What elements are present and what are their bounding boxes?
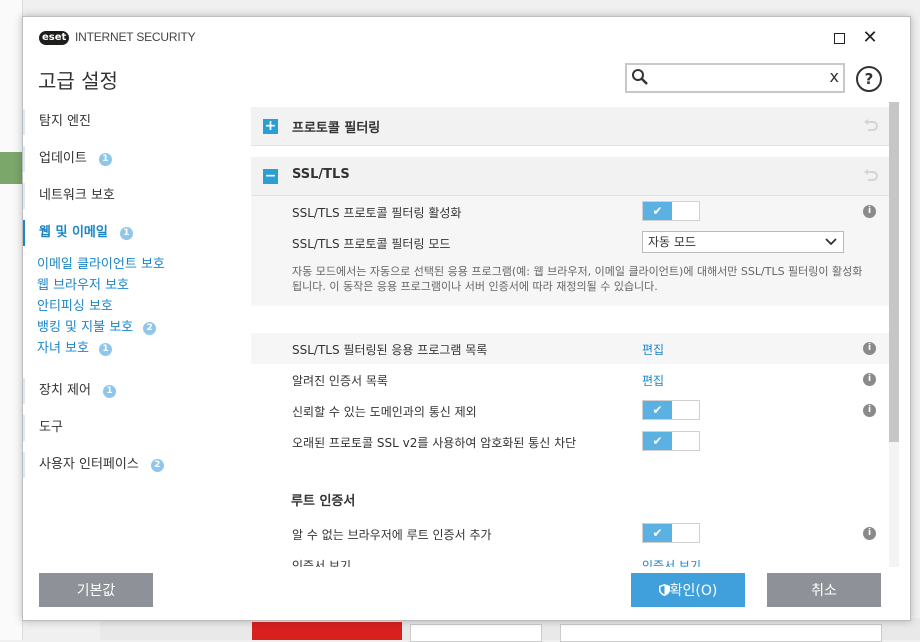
view-cert-link[interactable]: 인증서 보기: [642, 557, 701, 567]
edit-app-list-link[interactable]: 편집: [642, 341, 664, 358]
setting-row-trusted-domain: 신뢰할 수 있는 도메인과의 통신 제외 ✔ i: [251, 395, 891, 426]
cancel-button[interactable]: 취소: [767, 573, 881, 607]
info-icon[interactable]: i: [863, 527, 876, 540]
collapse-icon[interactable]: −: [263, 169, 278, 184]
notification-badge: 1: [98, 153, 112, 166]
section-ssl-tls[interactable]: − SSL/TLS: [251, 157, 891, 196]
setting-row-view-cert: 인증서 보기 인증서 보기: [251, 549, 891, 567]
background-box: [560, 624, 882, 642]
notification-badge: 1: [98, 343, 112, 356]
scrollbar[interactable]: [889, 102, 899, 567]
check-icon: ✔: [643, 432, 672, 450]
check-icon: ✔: [643, 524, 672, 542]
chevron-down-icon: [825, 238, 837, 246]
info-icon[interactable]: i: [863, 342, 876, 355]
sidebar-subitem-parental-control[interactable]: 자녀 보호 1: [37, 339, 112, 359]
title-bar: eset INTERNET SECURITY ✕: [23, 17, 910, 57]
trusted-domain-toggle[interactable]: ✔: [642, 400, 700, 420]
maximize-button[interactable]: [828, 27, 850, 49]
default-button[interactable]: 기본값: [39, 573, 153, 607]
search-input[interactable]: [655, 68, 819, 90]
shield-icon: [658, 584, 670, 596]
background-red-block: [252, 622, 402, 640]
background-green-block: [0, 152, 22, 184]
advanced-setup-window: eset INTERNET SECURITY ✕ 고급 설정 x ? 탐지 엔진…: [22, 16, 911, 621]
info-icon[interactable]: i: [863, 205, 876, 218]
clear-search-icon[interactable]: x: [830, 67, 839, 86]
mode-description: 자동 모드에서는 자동으로 선택된 응용 프로그램(예: 웹 브라우저, 이메일…: [251, 258, 891, 306]
revert-icon[interactable]: [863, 117, 879, 133]
setting-row-block-sslv2: 오래된 프로토콜 SSL v2를 사용하여 암호화된 통신 차단 ✔: [251, 426, 891, 457]
sidebar-item-detection-engine[interactable]: 탐지 엔진: [23, 109, 233, 135]
eset-logo: eset: [39, 31, 70, 45]
notification-badge: 2: [150, 459, 164, 472]
sidebar-item-user-interface[interactable]: 사용자 인터페이스 2: [23, 452, 233, 478]
search-box: x: [625, 63, 845, 93]
info-icon[interactable]: i: [863, 404, 876, 417]
add-root-cert-toggle[interactable]: ✔: [642, 523, 700, 543]
section-title: 프로토콜 필터링: [292, 121, 381, 136]
root-cert-heading: 루트 인증서: [291, 494, 356, 509]
setting-row-cert-list: 알려진 인증서 목록 편집 i: [251, 364, 891, 395]
sidebar-subitem-banking[interactable]: 뱅킹 및 지불 보호 2: [37, 318, 157, 338]
revert-icon[interactable]: [863, 167, 879, 183]
notification-badge: 2: [143, 322, 157, 335]
maximize-icon: [833, 33, 845, 44]
check-icon: ✔: [643, 202, 672, 220]
background-window-edge: [0, 0, 23, 640]
sidebar-item-tools[interactable]: 도구: [23, 415, 233, 441]
background-box: [410, 624, 542, 642]
block-sslv2-toggle[interactable]: ✔: [642, 431, 700, 451]
section-title: SSL/TLS: [292, 167, 350, 182]
search-icon: [632, 69, 648, 85]
sidebar-item-device-control[interactable]: 장치 제어 1: [23, 378, 233, 404]
page-title: 고급 설정: [38, 69, 118, 93]
setting-row-enable-filtering: SSL/TLS 프로토콜 필터링 활성화 ✔ i: [251, 196, 891, 227]
setting-row-app-list: SSL/TLS 필터링된 응용 프로그램 목록 편집 i: [251, 333, 891, 364]
section-protocol-filtering[interactable]: + 프로토콜 필터링: [251, 107, 891, 146]
scrollbar-thumb[interactable]: [889, 102, 899, 442]
product-name: INTERNET SECURITY: [75, 30, 196, 44]
setting-row-filtering-mode: SSL/TLS 프로토콜 필터링 모드 자동 모드: [251, 227, 891, 258]
notification-badge: 1: [119, 227, 133, 240]
info-icon[interactable]: i: [863, 373, 876, 386]
help-icon[interactable]: ?: [856, 66, 882, 92]
ok-button[interactable]: 확인(O): [631, 573, 745, 607]
close-button[interactable]: ✕: [859, 27, 881, 49]
sidebar-subitem-antiphishing[interactable]: 안티피싱 보호: [37, 297, 113, 317]
sidebar-item-network-protection[interactable]: 네트워크 보호: [23, 183, 233, 209]
expand-icon[interactable]: +: [263, 119, 278, 134]
notification-badge: 1: [102, 385, 116, 398]
sidebar-subitem-web-browser[interactable]: 웹 브라우저 보호: [37, 276, 129, 296]
setting-row-add-root-cert: 알 수 없는 브라우저에 루트 인증서 추가 ✔ i: [251, 518, 891, 549]
sidebar-item-web-email[interactable]: 웹 및 이메일 1: [23, 220, 233, 246]
edit-cert-list-link[interactable]: 편집: [642, 372, 664, 389]
sidebar-subitem-email-client[interactable]: 이메일 클라이언트 보호: [37, 255, 165, 275]
settings-panel: + 프로토콜 필터링 − SSL/TLS SSL/TLS 프로토콜 필터링 활성…: [251, 102, 891, 567]
check-icon: ✔: [643, 401, 672, 419]
enable-filtering-toggle[interactable]: ✔: [642, 201, 700, 221]
filtering-mode-select[interactable]: 자동 모드: [642, 231, 844, 253]
sidebar-item-update[interactable]: 업데이트 1: [23, 146, 233, 172]
